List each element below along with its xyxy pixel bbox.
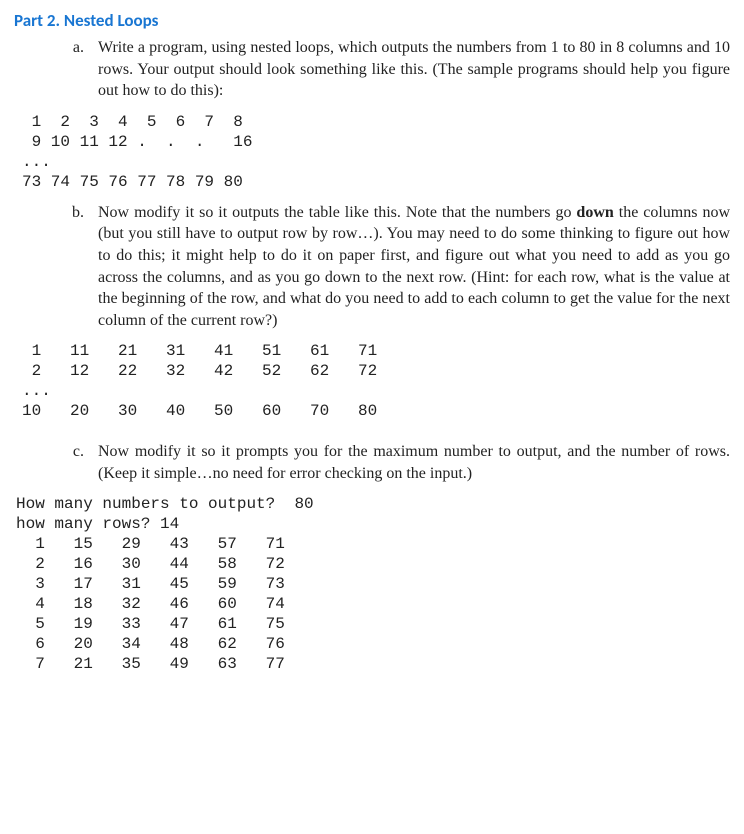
item-c: c. Now modify it so it prompts you for t… xyxy=(28,441,730,484)
list-label-c: c. xyxy=(28,441,98,484)
list-label-a: a. xyxy=(28,37,98,102)
item-a: a. Write a program, using nested loops, … xyxy=(28,37,730,102)
item-a-body: Write a program, using nested loops, whi… xyxy=(98,37,730,102)
list-label-b: b. xyxy=(28,202,98,332)
part-title: Part 2. Nested Loops xyxy=(14,10,730,33)
item-b: b. Now modify it so it outputs the table… xyxy=(28,202,730,332)
item-b-bold: down xyxy=(576,204,613,221)
output-c: How many numbers to output? 80 how many … xyxy=(16,494,730,674)
output-b: 1 11 21 31 41 51 61 71 2 12 22 32 42 52 … xyxy=(22,341,730,421)
item-b-text-before: Now modify it so it outputs the table li… xyxy=(98,204,576,221)
item-c-body: Now modify it so it prompts you for the … xyxy=(98,441,730,484)
output-a: 1 2 3 4 5 6 7 8 9 10 11 12 . . . 16 ... … xyxy=(22,112,730,192)
item-b-text-after: the columns now (but you still have to o… xyxy=(98,204,730,329)
item-b-body: Now modify it so it outputs the table li… xyxy=(98,202,730,332)
